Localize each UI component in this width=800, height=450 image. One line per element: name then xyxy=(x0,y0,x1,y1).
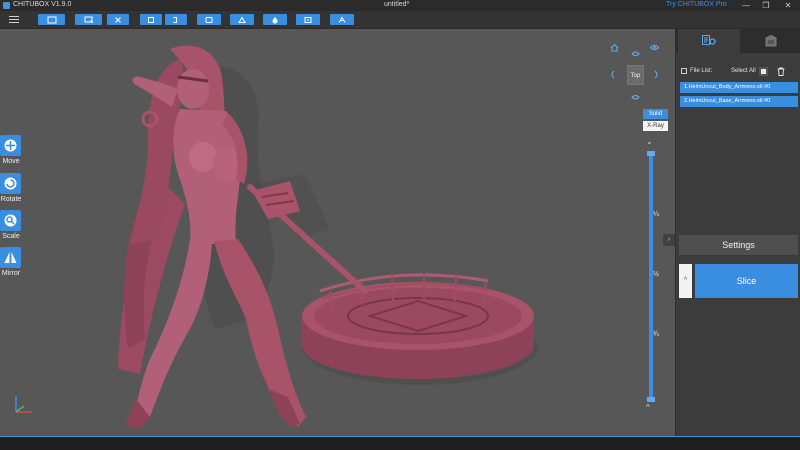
slider-top-chevron-icon[interactable]: ⌄ xyxy=(646,137,653,146)
mirror-label: Mirror xyxy=(1,270,21,277)
rotate-label: Rotate xyxy=(0,196,22,203)
scale-tool-button[interactable] xyxy=(0,210,21,231)
print-button[interactable] xyxy=(330,14,354,25)
main-toolbar xyxy=(0,11,800,29)
document-title: untitled* xyxy=(384,1,410,8)
select-all-checkbox[interactable] xyxy=(759,67,768,76)
panel-tabs xyxy=(676,29,800,53)
tab-settings[interactable] xyxy=(678,29,740,53)
slider-tick-three-quarter: ¾ xyxy=(653,331,659,338)
maximize-button[interactable]: ❐ xyxy=(759,0,773,11)
try-pro-link[interactable]: Try CHITUBOX Pro xyxy=(666,1,727,8)
file-list-item[interactable]: 1.HelmUncut_Body_Armrene.stl #0 xyxy=(680,82,798,93)
settings-button[interactable]: Settings xyxy=(679,235,798,255)
scale-tool[interactable]: Scale xyxy=(0,210,22,240)
tab-print-history[interactable] xyxy=(740,29,800,53)
rotate-tool-button[interactable] xyxy=(0,173,21,194)
mirror-tool-button[interactable] xyxy=(0,247,21,268)
slice-button[interactable]: Slice xyxy=(695,264,798,298)
solid-view-button[interactable]: Solid xyxy=(643,109,668,119)
select-all-label[interactable]: Select All xyxy=(731,68,756,74)
settings-list-icon xyxy=(702,35,716,45)
fix-model-button[interactable] xyxy=(107,14,129,25)
drop-icon xyxy=(272,16,278,23)
zoom-fit-icon xyxy=(173,16,177,23)
back-view-icon[interactable] xyxy=(631,49,640,58)
print-icon xyxy=(338,16,346,23)
mirror-icon xyxy=(4,252,17,263)
file-list-label: File List: xyxy=(690,68,713,74)
home-view-icon[interactable] xyxy=(610,43,619,52)
slider-tick-half: ½ xyxy=(653,271,659,278)
file-list-header: File List: Select All xyxy=(681,67,799,77)
eye-view-icon[interactable] xyxy=(650,43,659,52)
menu-icon[interactable] xyxy=(9,14,19,25)
top-view-button[interactable]: Top xyxy=(627,65,644,85)
slider-bottom-chevron-icon[interactable]: ^ xyxy=(646,403,650,412)
model-scene xyxy=(118,45,538,429)
rotate-tool[interactable]: Rotate xyxy=(0,173,22,203)
file-list-icon xyxy=(681,68,687,74)
right-view-icon[interactable] xyxy=(651,70,660,79)
move-icon xyxy=(4,139,17,152)
file-list-item[interactable]: 2.HelmUncut_Base_Armrene.stl #0 xyxy=(680,96,798,107)
3d-viewport[interactable]: Move Rotate Scale Mirror Top Solid X-Ray… xyxy=(0,29,675,436)
mirror-model-button[interactable] xyxy=(140,14,162,25)
open-file-button[interactable] xyxy=(38,14,65,25)
dig-hole-button[interactable] xyxy=(230,14,254,25)
printer-icon xyxy=(765,35,776,47)
close-button[interactable]: ✕ xyxy=(781,0,795,11)
save-file-icon xyxy=(84,16,93,23)
fix-model-icon xyxy=(115,16,121,23)
minimize-button[interactable]: — xyxy=(739,0,753,11)
slider-tick-quarter: ¼ xyxy=(653,211,659,218)
app-logo-icon xyxy=(3,2,10,9)
hollow-button[interactable] xyxy=(197,14,221,25)
layer-slider-top-thumb[interactable] xyxy=(647,151,655,156)
move-tool[interactable]: Move xyxy=(0,135,22,165)
left-view-icon[interactable] xyxy=(609,70,618,79)
dig-hole-icon xyxy=(238,16,246,23)
move-label: Move xyxy=(2,158,20,165)
status-bar xyxy=(0,436,800,450)
scale-label: Scale xyxy=(2,233,20,240)
xray-view-button[interactable]: X-Ray xyxy=(643,121,668,131)
zoom-fit-button[interactable] xyxy=(165,14,187,25)
open-file-icon xyxy=(47,16,56,23)
layer-slider-bottom-thumb[interactable] xyxy=(647,397,655,402)
support-button[interactable] xyxy=(296,14,320,25)
chitubox-window: CHITUBOX V1.9.0 untitled* Try CHITUBOX P… xyxy=(0,0,800,450)
scale-icon xyxy=(4,214,17,227)
right-panel: File List: Select All 1.HelmUncut_Body_A… xyxy=(675,29,800,436)
move-tool-button[interactable] xyxy=(0,135,21,156)
title-bar: CHITUBOX V1.9.0 untitled* Try CHITUBOX P… xyxy=(0,0,800,11)
mirror-model-icon xyxy=(148,16,154,23)
support-icon xyxy=(304,16,312,23)
app-title: CHITUBOX V1.9.0 xyxy=(13,1,72,8)
rotate-icon xyxy=(4,177,17,190)
mirror-tool[interactable]: Mirror xyxy=(0,247,22,277)
save-file-button[interactable] xyxy=(75,14,102,25)
hollow-icon xyxy=(205,16,213,23)
layout-button[interactable] xyxy=(263,14,287,25)
slice-options-toggle[interactable]: ^ xyxy=(679,264,692,298)
axis-gizmo-icon xyxy=(15,396,32,413)
trash-icon[interactable] xyxy=(777,67,785,76)
front-view-icon[interactable] xyxy=(631,93,640,102)
panel-collapse-arrow[interactable]: › xyxy=(663,234,675,246)
